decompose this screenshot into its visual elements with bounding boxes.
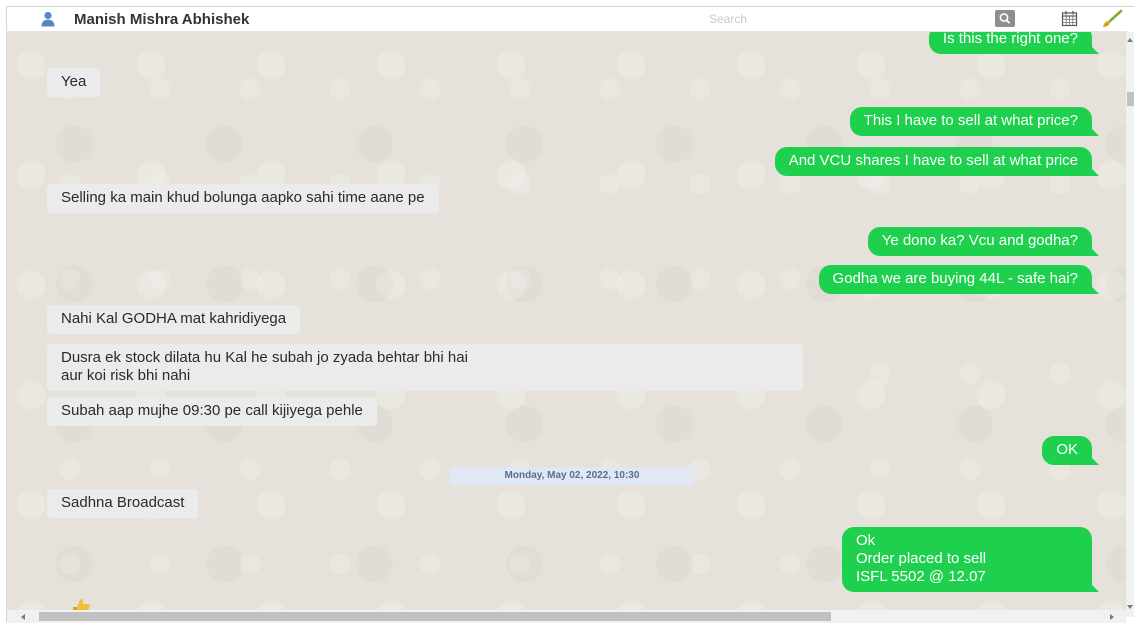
message-list[interactable]: Is this the right one? Yea This I have t… bbox=[7, 32, 1126, 610]
contact-avatar-icon bbox=[41, 11, 55, 27]
incoming-message: Subah aap mujhe 09:30 pe call kijiyega p… bbox=[47, 397, 377, 426]
contact-name[interactable]: Manish Mishra Abhishek bbox=[74, 11, 249, 28]
search-icon bbox=[999, 13, 1011, 24]
incoming-message: Sadhna Broadcast bbox=[47, 489, 199, 518]
vertical-scrollbar[interactable] bbox=[1126, 32, 1134, 617]
calendar-icon[interactable] bbox=[1061, 10, 1078, 27]
scroll-down-icon[interactable] bbox=[1127, 605, 1133, 609]
chat-header: Manish Mishra Abhishek bbox=[7, 7, 1127, 32]
incoming-message: Selling ka main khud bolunga aapko sahi … bbox=[47, 184, 439, 213]
thumbs-up-icon bbox=[73, 598, 90, 610]
horizontal-scroll-thumb[interactable] bbox=[39, 612, 831, 621]
incoming-message: Dusra ek stock dilata hu Kal he subah jo… bbox=[47, 344, 803, 391]
outgoing-message: Ok Order placed to sell ISFL 5502 @ 12.0… bbox=[842, 527, 1099, 592]
outgoing-message: Is this the right one? bbox=[928, 32, 1100, 54]
chat-window: Manish Mishra Abhishek Search Is this th… bbox=[6, 6, 1134, 623]
message-line: Ok bbox=[856, 532, 876, 549]
message-line: Order placed to sell bbox=[856, 550, 987, 567]
vertical-scroll-thumb[interactable] bbox=[1127, 92, 1134, 106]
incoming-message: Yea bbox=[47, 68, 101, 97]
search-input[interactable] bbox=[707, 10, 989, 28]
message-line: ISFL 5502 @ 12.07 bbox=[856, 568, 986, 585]
outgoing-message: And VCU shares I have to sell at what pr… bbox=[774, 147, 1100, 176]
scroll-right-icon[interactable] bbox=[1110, 614, 1114, 620]
message-line: Dusra ek stock dilata hu Kal he subah jo… bbox=[61, 349, 468, 366]
incoming-message: Nahi Kal GODHA mat kahridiyega bbox=[47, 305, 301, 334]
horizontal-scrollbar[interactable] bbox=[7, 610, 1126, 623]
date-separator: Monday, May 02, 2022, 10:30 bbox=[450, 467, 694, 485]
outgoing-message: OK bbox=[1042, 436, 1099, 465]
brush-icon[interactable] bbox=[1101, 9, 1123, 29]
scroll-up-icon[interactable] bbox=[1127, 38, 1133, 42]
message-line: aur koi risk bhi nahi bbox=[61, 367, 191, 384]
outgoing-message: Ye dono ka? Vcu and godha? bbox=[867, 227, 1100, 256]
search-button[interactable] bbox=[995, 10, 1015, 27]
scroll-left-icon[interactable] bbox=[21, 614, 25, 620]
outgoing-message: Godha we are buying 44L - safe hai? bbox=[818, 265, 1100, 294]
outgoing-message: This I have to sell at what price? bbox=[849, 107, 1100, 136]
